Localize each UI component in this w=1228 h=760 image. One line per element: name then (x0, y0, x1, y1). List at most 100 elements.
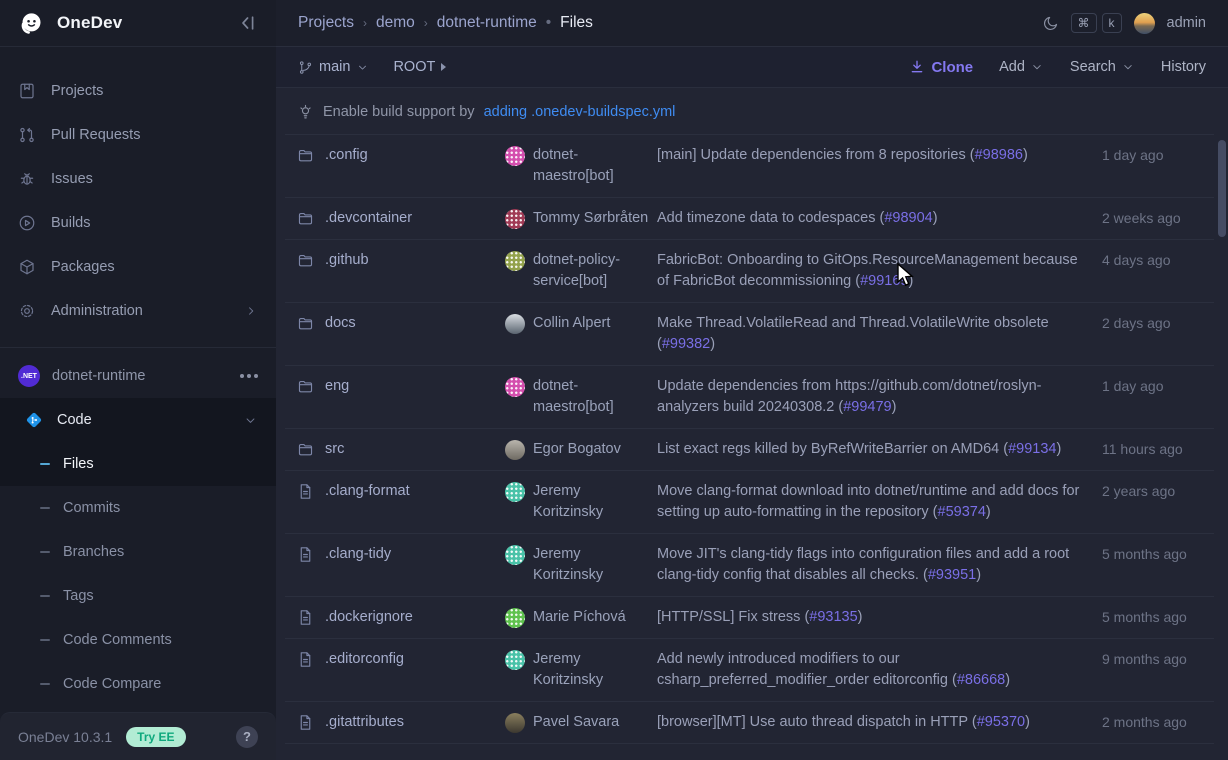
buildspec-link[interactable]: adding .onedev-buildspec.yml (484, 104, 676, 120)
breadcrumb-projects[interactable]: Projects (298, 14, 354, 32)
dark-mode-toggle-icon[interactable] (1042, 15, 1059, 32)
help-button[interactable]: ? (236, 726, 258, 748)
sidebar-item-label: Builds (51, 215, 91, 231)
file-row--dockerignore[interactable]: .dockerignore Marie Píchová [HTTP/SSL] F… (285, 597, 1214, 639)
file-name-link[interactable]: .gitattributes (325, 712, 404, 733)
author-avatar (505, 650, 525, 670)
sidebar-item-code-compare[interactable]: Code Compare (0, 662, 276, 706)
search-menu-button[interactable]: Search (1070, 59, 1135, 75)
folder-icon (297, 252, 314, 269)
file-name-link[interactable]: .editorconfig (325, 649, 404, 670)
branch-name: main (319, 59, 350, 75)
file-row--editorconfig[interactable]: .editorconfig Jeremy Koritzinsky Add new… (285, 639, 1214, 702)
folder-icon (297, 441, 314, 458)
dash-bullet-icon (40, 639, 50, 641)
issue-link[interactable]: #99382 (662, 336, 710, 352)
issue-link[interactable]: #93135 (809, 609, 857, 625)
add-label: Add (999, 59, 1025, 75)
project-menu-button[interactable] (240, 374, 258, 378)
file-row--config[interactable]: .config dotnet-maestro[bot] [main] Updat… (285, 135, 1214, 198)
file-icon (297, 546, 314, 563)
file-row--devcontainer[interactable]: .devcontainer Tommy Sørbråten Add timezo… (285, 198, 1214, 240)
issue-link[interactable]: #93951 (928, 567, 976, 583)
file-name-link[interactable]: .dockerignore (325, 607, 413, 628)
sidebar-item-pull-requests[interactable]: Pull Requests (0, 113, 276, 157)
file-icon (297, 609, 314, 626)
sidebar-project-row[interactable]: .NET dotnet-runtime (0, 354, 276, 398)
path-root-button[interactable]: ROOT (393, 59, 446, 75)
history-label: History (1161, 59, 1206, 75)
breadcrumb-dotnet-runtime[interactable]: dotnet-runtime (437, 14, 537, 32)
sidebar-item-projects[interactable]: Projects (0, 69, 276, 113)
vertical-scrollbar[interactable] (1218, 140, 1226, 237)
issue-link[interactable]: #98904 (884, 210, 932, 226)
issue-link[interactable]: #95370 (977, 714, 1025, 730)
file-row--clang-tidy[interactable]: .clang-tidy Jeremy Koritzinsky Move JIT'… (285, 534, 1214, 597)
try-ee-badge[interactable]: Try EE (126, 727, 185, 747)
file-icon (297, 483, 314, 500)
file-row--clang-format[interactable]: .clang-format Jeremy Koritzinsky Move cl… (285, 471, 1214, 534)
commit-date: 4 days ago (1102, 250, 1202, 271)
file-row-docs[interactable]: docs Collin Alpert Make Thread.VolatileR… (285, 303, 1214, 366)
sidebar-nav: Projects Pull Requests Issues Builds Pac… (0, 47, 276, 712)
commit-message: [HTTP/SSL] Fix stress (#93135) (657, 607, 1102, 628)
sidebar: OneDev Projects Pull Requests Issues Bui… (0, 0, 276, 760)
file-name-link[interactable]: src (325, 439, 344, 460)
history-button[interactable]: History (1161, 59, 1206, 75)
file-name-link[interactable]: eng (325, 376, 349, 397)
play-icon (18, 214, 36, 232)
sidebar-item-administration[interactable]: Administration (0, 289, 276, 333)
issue-link[interactable]: #98986 (975, 147, 1023, 163)
commit-message: List exact regs killed by ByRefWriteBarr… (657, 439, 1102, 460)
file-name-link[interactable]: .devcontainer (325, 208, 412, 229)
top-bar: Projects › demo › dotnet-runtime • Files… (276, 0, 1228, 47)
user-name[interactable]: admin (1167, 15, 1207, 31)
file-row--github[interactable]: .github dotnet-policy-service[bot] Fabri… (285, 240, 1214, 303)
file-name-link[interactable]: .clang-tidy (325, 544, 391, 565)
sidebar-item-branches[interactable]: Branches (0, 530, 276, 574)
sidebar-item-code-comments[interactable]: Code Comments (0, 618, 276, 662)
chevron-right-icon (244, 304, 258, 318)
issue-link[interactable]: #86668 (957, 672, 1005, 688)
clone-button[interactable]: Clone (909, 59, 973, 76)
main-area: Projects › demo › dotnet-runtime • Files… (276, 0, 1228, 760)
sidebar-item-tags[interactable]: Tags (0, 574, 276, 618)
file-name-link[interactable]: .github (325, 250, 369, 271)
sidebar-item-issues[interactable]: Issues (0, 157, 276, 201)
file-row--gitattributes[interactable]: .gitattributes Pavel Savara [browser][MT… (285, 702, 1214, 744)
sidebar-item-code[interactable]: Code (0, 398, 276, 442)
triangle-right-icon (441, 63, 446, 71)
file-row-eng[interactable]: eng dotnet-maestro[bot] Update dependenc… (285, 366, 1214, 429)
commit-message: Add timezone data to codespaces (#98904) (657, 208, 1102, 229)
sidebar-collapse-button[interactable] (238, 13, 258, 33)
sidebar-footer: OneDev 10.3.1 Try EE ? (0, 712, 276, 760)
breadcrumb: Projects › demo › dotnet-runtime • Files (298, 14, 593, 32)
sidebar-item-label: Issues (51, 171, 93, 187)
file-toolbar: main ROOT Clone Add Search (276, 47, 1228, 88)
author-avatar (505, 146, 525, 166)
breadcrumb-demo[interactable]: demo (376, 14, 415, 32)
clone-label: Clone (931, 59, 973, 76)
branch-picker[interactable]: main (298, 59, 369, 75)
file-name-link[interactable]: .clang-format (325, 481, 410, 502)
sidebar-item-label: Administration (51, 303, 143, 319)
sidebar-item-label: Tags (63, 588, 94, 604)
author-avatar (505, 377, 525, 397)
code-icon (24, 410, 44, 430)
user-avatar[interactable] (1134, 13, 1155, 34)
sidebar-item-files[interactable]: Files (0, 442, 276, 486)
file-name-link[interactable]: .config (325, 145, 368, 166)
package-icon (18, 258, 36, 276)
file-row-src[interactable]: src Egor Bogatov List exact regs killed … (285, 429, 1214, 471)
issue-link[interactable]: #99479 (843, 399, 891, 415)
sidebar-item-commits[interactable]: Commits (0, 486, 276, 530)
issue-link[interactable]: #99169 (860, 273, 908, 289)
issue-link[interactable]: #99134 (1008, 441, 1056, 457)
gear-icon (18, 302, 36, 320)
issue-link[interactable]: #59374 (938, 504, 986, 520)
sidebar-item-builds[interactable]: Builds (0, 201, 276, 245)
file-name-link[interactable]: docs (325, 313, 356, 334)
add-menu-button[interactable]: Add (999, 59, 1044, 75)
commit-date: 2 years ago (1102, 481, 1202, 502)
sidebar-item-packages[interactable]: Packages (0, 245, 276, 289)
